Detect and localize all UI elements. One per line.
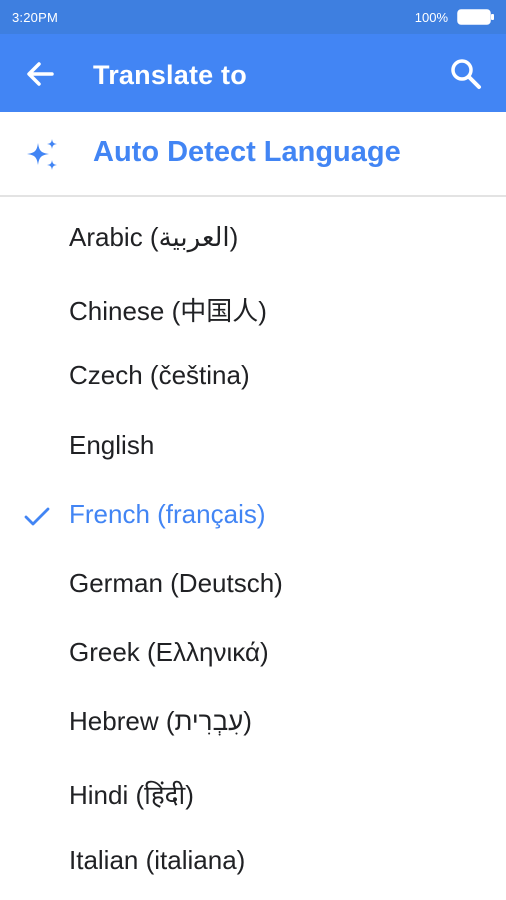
auto-detect-language-option[interactable]: Auto Detect Language xyxy=(0,112,506,196)
language-item-arabic[interactable]: Arabic (العربية) xyxy=(0,204,506,273)
status-bar: 3:20PM 100% xyxy=(0,0,506,34)
language-label: English xyxy=(69,429,155,460)
search-icon[interactable] xyxy=(448,56,484,92)
language-item-english[interactable]: English xyxy=(0,412,506,481)
language-item-french[interactable]: French (français) xyxy=(0,481,506,550)
battery-full-icon xyxy=(457,9,494,25)
language-item-czech[interactable]: Czech (čeština) xyxy=(0,342,506,411)
language-label: Greek (Ελληνικά) xyxy=(69,637,269,668)
translate-to-screen: 3:20PM 100% Translate to Auto Detect Lan… xyxy=(0,0,506,900)
language-item-german[interactable]: German (Deutsch) xyxy=(0,550,506,619)
language-item-hindi[interactable]: Hindi (हिंदी) xyxy=(0,758,506,827)
language-label: Chinese (中国人) xyxy=(69,296,267,327)
battery-percent: 100% xyxy=(414,10,448,25)
language-item-greek[interactable]: Greek (Ελληνικά) xyxy=(0,619,506,688)
status-time: 3:20PM xyxy=(12,10,59,25)
app-bar: Translate to xyxy=(0,34,506,112)
language-list: Arabic (العربية) Chinese (中国人) Czech (če… xyxy=(0,204,506,896)
sparkle-icon xyxy=(27,139,57,170)
language-label: Czech (čeština) xyxy=(69,360,250,391)
language-label: Arabic (العربية) xyxy=(69,222,239,252)
language-item-chinese[interactable]: Chinese (中国人) xyxy=(0,273,506,342)
page-title: Translate to xyxy=(93,60,247,90)
language-label: Hindi (हिंदी) xyxy=(69,779,194,810)
language-item-hebrew[interactable]: Hebrew (עִבְרִית) xyxy=(0,688,506,757)
language-label: French (français) xyxy=(69,498,266,529)
arrow-left-icon[interactable] xyxy=(22,56,58,92)
check-icon xyxy=(24,507,50,526)
language-label: German (Deutsch) xyxy=(69,567,283,598)
language-label: Hebrew (עִבְרִית) xyxy=(69,706,252,737)
language-label: Italian (italiana) xyxy=(69,844,246,875)
divider xyxy=(0,195,506,197)
language-item-italian[interactable]: Italian (italiana) xyxy=(0,827,506,896)
auto-detect-label: Auto Detect Language xyxy=(93,136,401,168)
